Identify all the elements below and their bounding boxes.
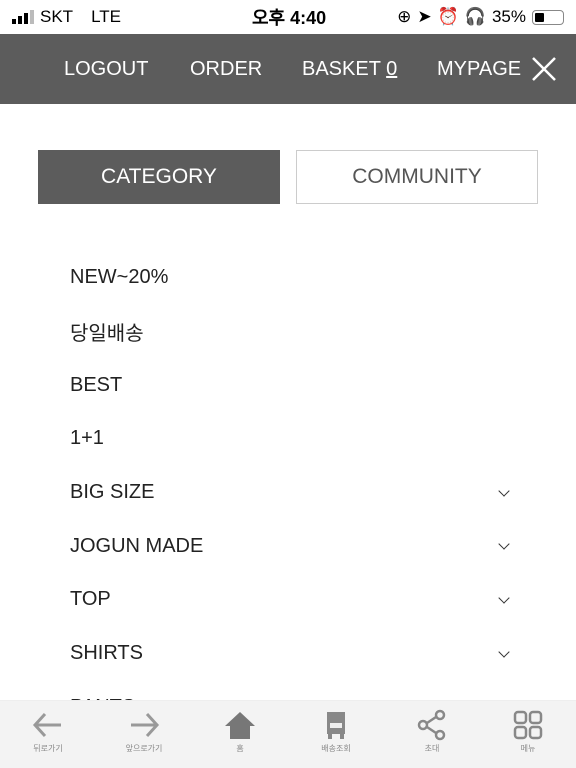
- chevron-down-icon[interactable]: [498, 645, 510, 658]
- category-label: BEST: [70, 373, 123, 396]
- category-item[interactable]: NEW~20%: [70, 251, 520, 305]
- category-label: 당일배송: [70, 323, 144, 346]
- toolbar-button[interactable]: 앞으로가기: [96, 701, 192, 768]
- category-item[interactable]: BIG SIZE: [70, 466, 520, 520]
- category-label: NEW~20%: [70, 266, 169, 289]
- category-item[interactable]: 1+1: [70, 412, 520, 466]
- toolbar-label: 배송조회: [321, 744, 351, 753]
- location-icon: ➤: [417, 7, 432, 26]
- signal-icon: [12, 10, 34, 24]
- category-label: TOP: [70, 588, 111, 611]
- toolbar-button[interactable]: 배송조회: [288, 701, 384, 768]
- forward-arrow-icon: [131, 712, 160, 738]
- toolbar-button[interactable]: 홈: [192, 701, 288, 768]
- toolbar-button[interactable]: 초대: [384, 701, 480, 768]
- category-item[interactable]: 당일배송: [70, 305, 520, 359]
- category-item[interactable]: JOGUN MADE: [70, 519, 520, 573]
- back-arrow-icon: [32, 712, 61, 738]
- tab-community[interactable]: COMMUNITY: [296, 150, 538, 204]
- category-label: JOGUN MADE: [70, 534, 204, 557]
- category-list: NEW~20% 당일배송 BEST 1+1 BIG SIZE JOGUN MADE TOP S…: [70, 251, 520, 734]
- chevron-down-icon[interactable]: [498, 538, 510, 550]
- chevron-down-icon[interactable]: [498, 484, 510, 497]
- alarm-icon: ⏰: [437, 7, 459, 26]
- close-icon[interactable]: [530, 55, 558, 83]
- rotation-lock-icon: ⊕: [397, 7, 412, 26]
- toolbar-label: 초대: [424, 744, 440, 753]
- headphones-icon: 🎧: [464, 7, 486, 26]
- basket-label: BASKET: [302, 57, 381, 80]
- bottom-toolbar: 뒤로가기 앞으로가기 홈 배송조회 초대 메뉴: [0, 700, 576, 768]
- home-icon: [225, 712, 255, 739]
- truck-icon: [327, 712, 345, 739]
- chevron-down-icon[interactable]: [498, 592, 510, 604]
- network: LTE: [91, 7, 121, 26]
- grid-icon: [513, 710, 543, 740]
- toolbar-button[interactable]: 뒤로가기: [0, 701, 96, 768]
- category-item[interactable]: SHIRTS: [70, 627, 520, 681]
- toolbar-button[interactable]: 메뉴: [480, 701, 576, 768]
- toolbar-label: 메뉴: [520, 744, 536, 753]
- toolbar-label: 앞으로가기: [125, 744, 163, 753]
- status-bar: SKT LTE 오후 4:40 ⊕ ➤ ⏰ 🎧 35%: [0, 0, 576, 34]
- clock: 오후 4:40: [251, 8, 327, 28]
- order-link[interactable]: ORDER: [190, 58, 262, 81]
- menu-tabs: CATEGORY COMMUNITY: [38, 150, 538, 204]
- category-label: 1+1: [70, 427, 104, 450]
- toolbar-label: 홈: [236, 744, 244, 753]
- logout-link[interactable]: LOGOUT: [64, 58, 148, 81]
- battery-percent: 35%: [491, 7, 526, 26]
- category-label: SHIRTS: [70, 642, 143, 665]
- category-item[interactable]: BEST: [70, 358, 520, 412]
- battery-icon: [531, 9, 564, 25]
- top-nav: LOGOUT ORDER BASKET 0 MYPAGE: [0, 34, 576, 104]
- share-icon: [417, 709, 446, 741]
- basket-link[interactable]: BASKET 0: [302, 58, 397, 81]
- tab-category[interactable]: CATEGORY: [38, 150, 280, 204]
- category-item[interactable]: TOP: [70, 573, 520, 627]
- basket-count: 0: [386, 57, 398, 80]
- category-label: BIG SIZE: [70, 481, 155, 504]
- mypage-link[interactable]: MYPAGE: [437, 58, 521, 81]
- carrier: SKT: [40, 7, 74, 26]
- toolbar-label: 뒤로가기: [33, 744, 63, 753]
